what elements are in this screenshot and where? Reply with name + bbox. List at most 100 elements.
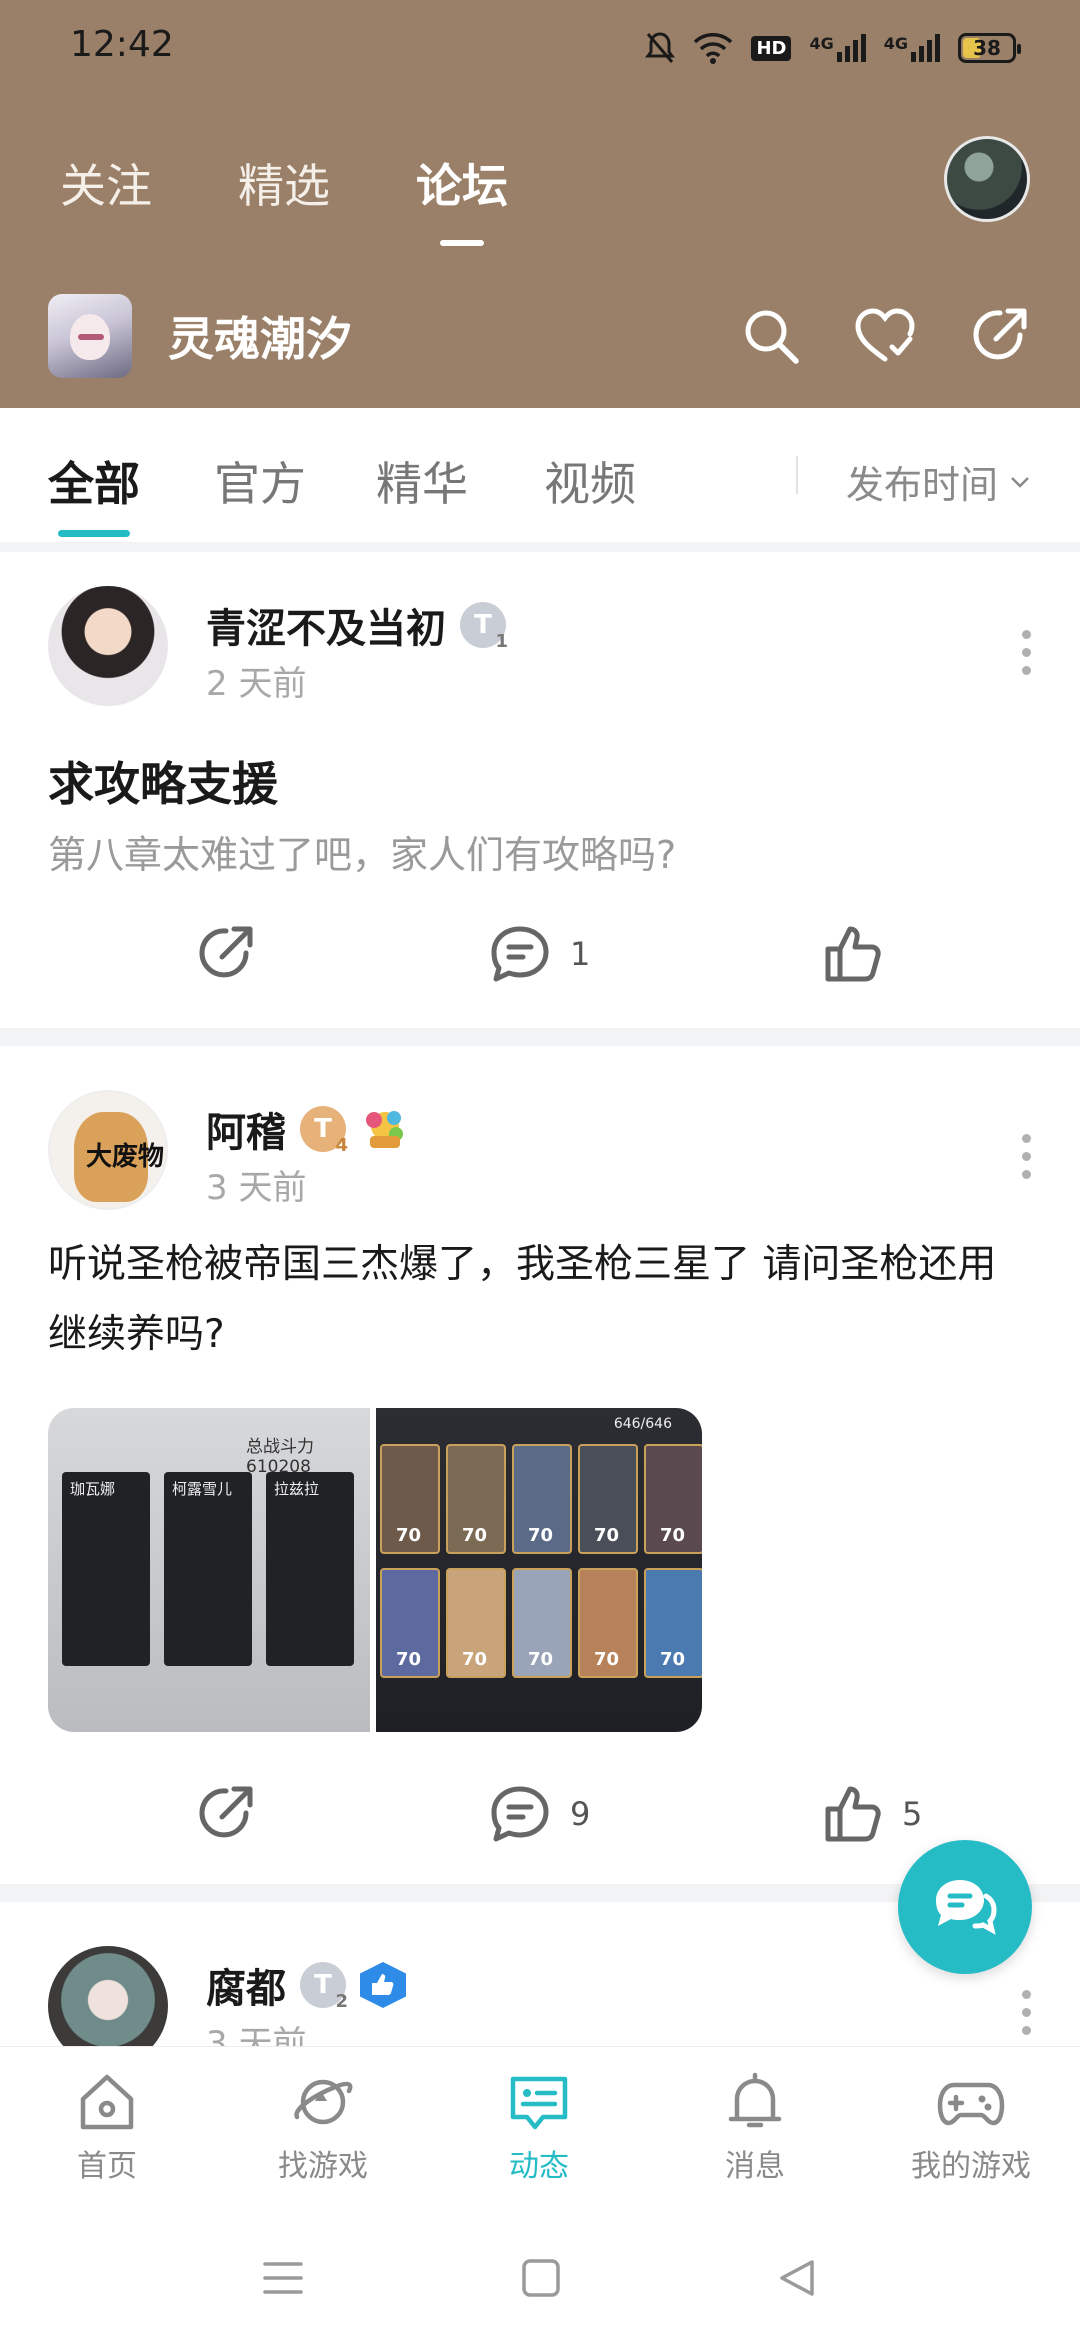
share-icon [199,1786,253,1838]
post-time: 3 天前 [206,1168,307,1208]
thumbs-up-icon [825,1786,881,1842]
compose-post-button[interactable] [898,1840,1032,1974]
author-avatar[interactable]: 大废物 [48,1090,168,1210]
comment-button[interactable]: 9 [488,1774,590,1854]
app-header: 12:42 HD 4G 4G 38 关注 精选 论坛 灵魂潮汐 [0,0,1080,408]
game-card: 70 [380,1444,440,1554]
level-badge: T2 [300,1962,348,2012]
tab-forum[interactable]: 论坛 [416,150,508,216]
comment-icon [491,1786,549,1842]
like-count: 5 [902,1795,923,1833]
game-card: 70 [512,1444,572,1554]
nav-label: 找游戏 [278,2149,368,2184]
image-panel: 柯露雪儿 [164,1472,252,1666]
chevron-down-icon [1011,476,1029,488]
hd-icon: HD [751,35,792,61]
nav-my-games[interactable]: 我的游戏 [886,2071,1056,2185]
status-icons: HD 4G 4G 38 [645,28,1021,68]
subtab-video[interactable]: 视频 [544,448,636,514]
subtab-indicator [58,530,130,537]
subtab-official[interactable]: 官方 [214,448,306,514]
game-name[interactable]: 灵魂潮汐 [168,303,740,369]
author-name-row: 青涩不及当初 T1 [206,596,508,654]
author-avatar[interactable] [48,586,168,706]
nav-label: 动态 [509,2149,569,2184]
post-image-1[interactable]: 总战斗力 610208 珈瓦娜 柯露雪儿 拉兹拉 [48,1408,370,1732]
game-card: 70 [644,1444,702,1554]
sort-dropdown[interactable]: 发布时间 [846,454,1030,509]
post-time: 2 天前 [206,664,307,704]
game-icon[interactable] [48,294,132,378]
signal-icon-2: 4G [884,34,940,62]
post-card[interactable]: 青涩不及当初 T1 2 天前 求攻略支援 第八章太难过了吧，家人们有攻略吗? 1 [0,552,1080,1028]
tab-featured[interactable]: 精选 [238,150,330,216]
menu-icon[interactable] [262,2256,304,2300]
mute-bell-icon [645,32,676,63]
game-card: 70 [446,1444,506,1554]
game-card: 70 [578,1568,638,1678]
level-badge: T1 [460,602,508,652]
more-options-icon[interactable] [1022,630,1032,675]
post-image-2[interactable]: 646/646 70 70 70 70 70 70 70 70 70 70 [376,1408,702,1732]
battery-icon: 38 [958,33,1021,63]
feed-message-icon [510,2076,568,2130]
comment-button[interactable]: 1 [488,914,590,994]
image-panel: 拉兹拉 [266,1472,354,1666]
post-title[interactable]: 求攻略支援 [48,748,278,814]
nav-find-games[interactable]: 找游戏 [238,2071,408,2185]
post-actions: 9 5 [0,1774,1080,1854]
home-square-icon[interactable] [520,2256,562,2300]
post-time: 3 天前 [206,2024,307,2046]
author-name-row: 腐都 T2 [206,1956,406,2014]
game-row: 灵魂潮汐 [48,292,1030,380]
author-name[interactable]: 腐都 [206,1956,286,2014]
signal-icon-1: 4G [809,34,866,62]
comment-icon [491,926,549,982]
tab-follow[interactable]: 关注 [60,150,152,216]
avatar-text: 大废物 [86,1142,165,1172]
favorite-heart-icon[interactable] [854,307,916,365]
status-bar: 12:42 HD 4G 4G 38 [0,0,1080,96]
post-body[interactable]: 第八章太难过了吧，家人们有攻略吗? [48,824,1032,879]
game-card: 70 [446,1568,506,1678]
user-avatar[interactable] [944,136,1030,222]
home-icon [80,2074,134,2130]
more-options-icon[interactable] [1022,1134,1032,1179]
nav-home[interactable]: 首页 [22,2071,192,2185]
thumbs-up-badge-icon [360,1962,406,2008]
back-icon[interactable] [776,2256,818,2300]
post-body[interactable]: 听说圣枪被帝国三杰爆了，我圣枪三星了 请问圣枪还用继续养吗? [48,1230,1032,1370]
planet-icon [294,2079,353,2125]
nav-label: 首页 [77,2149,137,2184]
share-button[interactable] [194,1774,256,1854]
subtab-divider [796,456,798,494]
author-name[interactable]: 青涩不及当初 [206,596,446,654]
nav-feed[interactable]: 动态 [454,2071,624,2185]
thumbs-up-icon [825,926,881,982]
post-images: 总战斗力 610208 珈瓦娜 柯露雪儿 拉兹拉 646/646 70 70 7… [48,1408,702,1732]
nav-messages[interactable]: 消息 [670,2071,840,2185]
more-options-icon[interactable] [1022,1990,1032,2035]
comment-count: 9 [570,1795,591,1833]
wifi-icon [694,33,733,64]
system-nav-bar [0,2216,1080,2340]
comment-count: 1 [570,935,591,973]
search-icon[interactable] [740,305,802,367]
share-button[interactable] [194,914,256,994]
bell-icon [728,2072,782,2128]
share-icon [199,926,253,978]
share-icon[interactable] [968,305,1030,367]
like-button[interactable] [822,914,902,994]
author-name[interactable]: 阿稽 [206,1100,286,1158]
level-badge: T4 [300,1106,348,1156]
flower-badge-icon [360,1106,410,1152]
game-card: 70 [380,1568,440,1678]
author-avatar[interactable] [48,1946,168,2046]
subtab-all[interactable]: 全部 [48,448,140,514]
header-actions [740,305,1030,367]
subtab-essence[interactable]: 精华 [376,448,468,514]
author-name-row: 阿稽 T4 [206,1100,410,1158]
like-button[interactable]: 5 [822,1774,922,1854]
game-card: 70 [578,1444,638,1554]
image-header-text: 总战斗力 610208 [246,1437,314,1477]
